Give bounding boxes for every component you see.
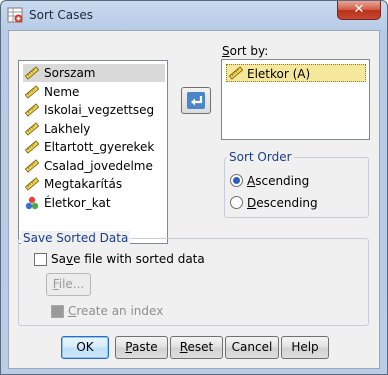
sort-order-legend: Sort Order [227, 150, 294, 164]
variable-list-item[interactable]: Sorszam [23, 64, 165, 82]
sort-by-list[interactable]: Eletkor (A) [221, 59, 370, 140]
variable-label: Életkor_kat [44, 195, 111, 210]
sort-by-item[interactable]: Eletkor (A) [226, 64, 366, 82]
variable-list[interactable]: Sorszam Neme Iskolai_vegzettseg Lakhely Elta… [18, 60, 168, 244]
paste-button[interactable]: Paste [115, 336, 168, 359]
scale-ruler-icon [25, 84, 39, 99]
title-bar[interactable]: Sort Cases ✕ [1, 1, 387, 29]
variable-label: Iskolai_vegzettseg [44, 103, 155, 117]
cancel-button[interactable]: Cancel [225, 336, 279, 359]
save-file-label[interactable]: Save file with sorted data [51, 252, 205, 266]
save-file-checkbox[interactable] [34, 253, 47, 266]
scale-ruler-icon [25, 177, 39, 191]
help-button[interactable]: Help [281, 336, 329, 359]
scale-ruler-icon [25, 158, 39, 173]
spss-app-icon [7, 7, 23, 23]
save-sorted-data-legend: Save Sorted Data [21, 231, 131, 245]
sort-by-label: Sort by: [222, 44, 269, 58]
descending-label[interactable]: Descending [247, 196, 318, 210]
variable-label: Csalad_jovedelme [44, 158, 153, 173]
variable-label: Eltartott_gyerekek [44, 140, 155, 154]
scale-ruler-icon [229, 66, 243, 80]
window-title: Sort Cases [29, 8, 94, 22]
scale-ruler-icon [25, 140, 39, 154]
scale-ruler-icon [25, 103, 39, 117]
ascending-radio[interactable] [230, 174, 243, 187]
descending-radio[interactable] [230, 196, 243, 209]
file-button[interactable]: File... [46, 273, 91, 296]
reset-button[interactable]: Reset [170, 336, 223, 359]
variable-label: Lakhely [44, 121, 91, 136]
scale-ruler-icon [25, 66, 39, 80]
variable-label: Neme [44, 84, 80, 99]
close-icon: ✕ [353, 2, 365, 17]
nominal-balls-icon [25, 196, 39, 209]
scale-ruler-icon [25, 121, 39, 136]
variable-label: Megtakarítás [44, 177, 123, 191]
radio-selected-dot [233, 177, 240, 184]
dialog-body: Sorszam Neme Iskolai_vegzettseg Lakhely Elta… [8, 30, 380, 369]
create-index-checkbox[interactable] [51, 305, 64, 318]
create-index-label[interactable]: Create an index [68, 304, 163, 318]
variable-label: Sorszam [44, 66, 96, 80]
move-to-sort-by-button[interactable] [181, 87, 211, 114]
arrow-left-icon [187, 92, 205, 109]
close-button[interactable]: ✕ [337, 1, 381, 20]
ok-button[interactable]: OK [61, 336, 109, 359]
ascending-label[interactable]: Ascending [247, 174, 309, 188]
sort-by-item-label: Eletkor (A) [247, 67, 311, 81]
sort-cases-dialog: Sort Cases ✕ Sorszam Neme Iskolai_vegzetts… [0, 0, 388, 375]
